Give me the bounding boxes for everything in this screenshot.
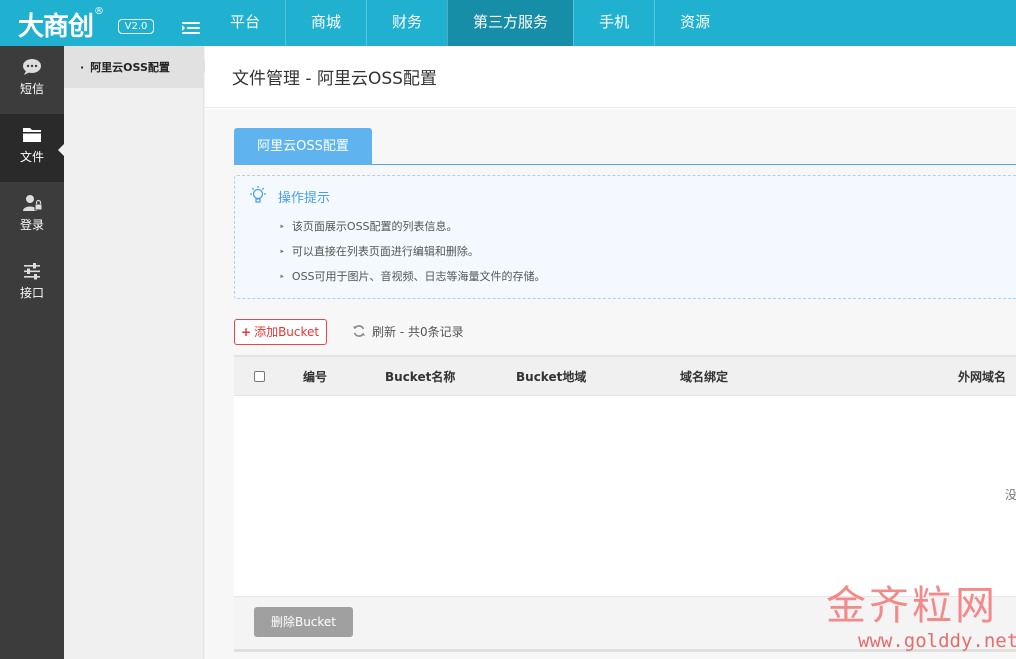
tab-bar: 阿里云OSS配置	[234, 128, 1016, 165]
tip-item: 可以直接在列表页面进行编辑和删除。	[279, 243, 546, 268]
sidebar-label: 登录	[19, 218, 44, 232]
tips-panel: 操作提示 该页面展示OSS配置的列表信息。 可以直接在列表页面进行编辑和删除。 …	[234, 175, 1016, 299]
empty-message: 没	[1005, 488, 1016, 502]
left-sidebar: 短信 文件 登录 接口	[0, 46, 64, 659]
delete-bucket-button[interactable]: 删除Bucket	[254, 607, 353, 637]
add-bucket-label: 添加Bucket	[254, 325, 320, 339]
sidebar-item-sms[interactable]: 短信	[0, 46, 64, 114]
add-bucket-button[interactable]: + 添加Bucket	[234, 319, 327, 345]
plus-icon: +	[241, 325, 252, 339]
column-header-id[interactable]: 编号	[303, 357, 327, 397]
nav-item-finance[interactable]: 财务	[366, 0, 447, 46]
registered-mark: ®	[94, 6, 104, 17]
tip-item: OSS可用于图片、音视频、日志等海量文件的存储。	[279, 268, 546, 293]
refresh-icon	[353, 325, 365, 337]
sub-sidebar: 阿里云OSS配置	[64, 46, 210, 659]
sidebar-item-login[interactable]: 登录	[0, 182, 64, 250]
main-panel: 文件管理 - 阿里云OSS配置 阿里云OSS配置 操作提示 该页面展示OSS配置…	[205, 46, 1016, 659]
top-bar: 大商创® V2.0 平台 商城 财务 第三方服务 手机 资源	[0, 0, 1016, 46]
content-area: 阿里云OSS配置 操作提示 该页面展示OSS配置的列表信息。 可以直接在列表页面…	[205, 109, 1016, 659]
tips-list: 该页面展示OSS配置的列表信息。 可以直接在列表页面进行编辑和删除。 OSS可用…	[279, 218, 546, 293]
version-badge: V2.0	[118, 19, 154, 34]
chat-icon	[23, 59, 41, 75]
table-body: 没	[234, 396, 1016, 596]
lightbulb-icon	[250, 186, 266, 203]
column-header-external-domain[interactable]: 外网域名	[958, 357, 1006, 397]
sidebar-label: 接口	[19, 286, 44, 300]
table-header: 编号 Bucket名称 Bucket地域 域名绑定 外网域名	[234, 355, 1016, 396]
tip-item: 该页面展示OSS配置的列表信息。	[279, 218, 546, 243]
sidebar-item-files[interactable]: 文件	[0, 114, 64, 182]
tips-title: 操作提示	[278, 191, 331, 206]
column-header-bucket-name[interactable]: Bucket名称	[385, 357, 455, 397]
user-lock-icon	[23, 195, 43, 211]
select-all-checkbox[interactable]	[254, 371, 265, 382]
watermark: 金齐粒网 www.golddy.net	[826, 584, 1016, 659]
folder-icon	[23, 128, 41, 142]
watermark-text: 金齐粒网	[826, 583, 998, 629]
refresh-button[interactable]: 刷新 - 共0条记录	[352, 319, 464, 345]
sliders-icon	[24, 263, 40, 280]
nav-item-resources[interactable]: 资源	[654, 0, 735, 46]
nav-item-mall[interactable]: 商城	[285, 0, 366, 46]
sidebar-label: 短信	[19, 82, 44, 96]
subnav-item-aliyun-oss[interactable]: 阿里云OSS配置	[64, 46, 210, 88]
sidebar-item-api[interactable]: 接口	[0, 250, 64, 318]
nav-item-third-party[interactable]: 第三方服务	[447, 0, 574, 46]
page-title: 文件管理 - 阿里云OSS配置	[205, 46, 1016, 108]
nav-item-mobile[interactable]: 手机	[573, 0, 654, 46]
top-nav: 平台 商城 财务 第三方服务 手机 资源	[205, 0, 735, 46]
tab-aliyun-oss[interactable]: 阿里云OSS配置	[234, 128, 372, 165]
nav-item-platform[interactable]: 平台	[205, 0, 285, 46]
sidebar-label: 文件	[19, 150, 44, 164]
refresh-label: 刷新 - 共0条记录	[372, 325, 464, 339]
logo-text: 大商创	[18, 12, 94, 42]
menu-toggle-icon[interactable]	[182, 22, 200, 36]
logo[interactable]: 大商创®	[18, 6, 104, 43]
column-header-bucket-region[interactable]: Bucket地域	[516, 357, 586, 397]
column-header-domain-binding[interactable]: 域名绑定	[680, 357, 728, 397]
watermark-url: www.golddy.net	[858, 630, 1016, 652]
